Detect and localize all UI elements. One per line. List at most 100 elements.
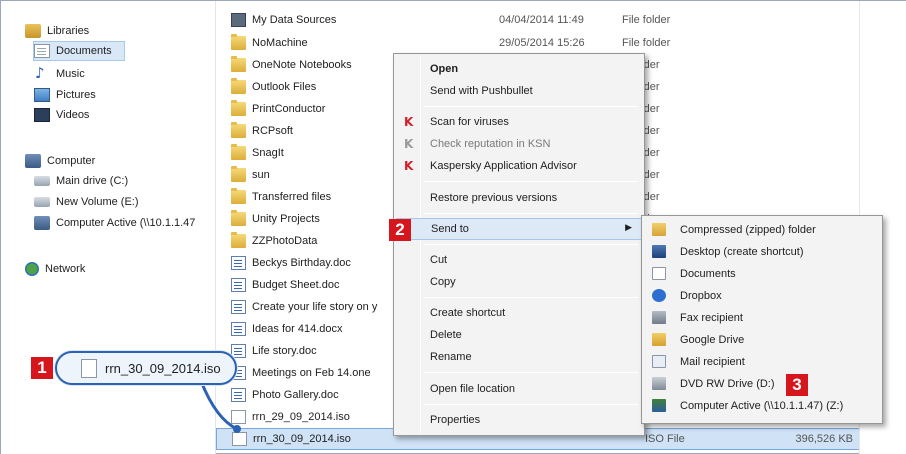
menu-separator (424, 106, 638, 107)
submenu-item-dvd-drive[interactable]: DVD RW Drive (D:) (644, 373, 880, 395)
table-row[interactable]: My Data Sources 04/04/2014 11:49 File fo… (216, 9, 906, 31)
file-name: Transferred files (252, 191, 332, 203)
documents-icon (34, 44, 50, 58)
menu-item-open-file-location[interactable]: Open file location (396, 378, 642, 400)
menu-item-cut[interactable]: Cut (396, 249, 642, 271)
nav-item-label: Pictures (56, 89, 96, 101)
folder-icon (231, 166, 246, 182)
nav-item-label: Videos (56, 109, 90, 121)
nav-item-videos[interactable]: Videos (34, 105, 89, 125)
file-type: File folder (622, 14, 671, 26)
nav-item-network[interactable]: Network (25, 259, 85, 279)
file-name: NoMachine (252, 37, 308, 49)
folder-icon (231, 122, 246, 138)
menu-item-label: Cut (430, 254, 448, 266)
documents-icon (652, 267, 666, 280)
menu-item-label: Restore previous versions (430, 192, 558, 204)
nav-item-label: Main drive (C:) (56, 175, 129, 187)
navigation-pane: Libraries Documents Music Pictures Video… (1, 1, 215, 454)
folder-icon (231, 34, 246, 50)
menu-item-send-to[interactable]: Send to ▶ (396, 218, 642, 240)
file-name: rrn_29_09_2014.iso (252, 411, 350, 423)
submenu-item-mail-recipient[interactable]: Mail recipient (644, 351, 880, 373)
nav-item-computer[interactable]: Computer (25, 151, 95, 171)
menu-separator (424, 181, 638, 182)
file-name: ZZPhotoData (252, 235, 318, 247)
table-row[interactable]: NoMachine 29/05/2014 15:26 File folder (216, 32, 906, 54)
menu-separator (424, 404, 638, 405)
folder-icon (231, 210, 246, 226)
file-name: rrn_30_09_2014.iso (253, 433, 351, 445)
step-callout-2: 2 (389, 219, 411, 241)
menu-item-restore-previous-versions[interactable]: Restore previous versions (396, 187, 642, 209)
menu-item-label: Properties (430, 414, 481, 426)
mail-icon (652, 355, 666, 368)
nav-item-label: Libraries (47, 25, 90, 37)
send-to-submenu: Compressed (zipped) folder Desktop (crea… (641, 215, 883, 424)
submenu-item-fax-recipient[interactable]: Fax recipient (644, 307, 880, 329)
menu-item-label: Desktop (create shortcut) (680, 246, 804, 258)
folder-icon (231, 56, 246, 72)
network-icon (25, 262, 39, 276)
menu-separator (424, 213, 638, 214)
computer-icon (25, 154, 41, 168)
menu-separator (424, 297, 638, 298)
nav-item-pictures[interactable]: Pictures (34, 85, 96, 105)
file-date: 04/04/2014 11:49 (499, 14, 584, 26)
nav-item-computer-active[interactable]: Computer Active (\\10.1.1.47 (34, 213, 195, 233)
menu-item-label: DVD RW Drive (D:) (680, 378, 775, 390)
folder-icon (231, 232, 246, 248)
word-doc-icon (231, 344, 246, 358)
menu-item-delete[interactable]: Delete (396, 324, 642, 346)
submenu-item-dropbox[interactable]: Dropbox (644, 285, 880, 307)
nav-item-main-drive[interactable]: Main drive (C:) (34, 171, 128, 191)
folder-icon (231, 188, 246, 204)
blank-file-icon (81, 358, 97, 378)
drive-icon (34, 176, 50, 186)
menu-item-copy[interactable]: Copy (396, 271, 642, 293)
file-name: RCPsoft (252, 125, 293, 137)
submenu-item-desktop[interactable]: Desktop (create shortcut) (644, 241, 880, 263)
menu-item-kaspersky-advisor[interactable]: K Kaspersky Application Advisor (396, 155, 642, 177)
desktop-icon (652, 245, 666, 258)
file-name: OneNote Notebooks (252, 59, 352, 71)
word-doc-icon (231, 322, 246, 336)
nav-item-label: Music (56, 68, 85, 80)
submenu-item-documents[interactable]: Documents (644, 263, 880, 285)
submenu-item-compressed-folder[interactable]: Compressed (zipped) folder (644, 219, 880, 241)
menu-item-rename[interactable]: Rename (396, 346, 642, 368)
context-menu: Open Send with Pushbullet K Scan for viru… (393, 53, 645, 436)
menu-item-label: Scan for viruses (430, 116, 509, 128)
menu-item-label: Rename (430, 351, 472, 363)
file-name: Create your life story on y (252, 301, 378, 313)
file-name: Life story.doc (252, 345, 317, 357)
music-icon (34, 64, 50, 82)
submenu-item-computer-active[interactable]: Computer Active (\\10.1.1.47) (Z:) (644, 395, 880, 417)
menu-item-label: Delete (430, 329, 462, 341)
menu-item-properties[interactable]: Properties (396, 409, 642, 431)
dvd-drive-icon (652, 377, 666, 390)
explorer-window: Libraries Documents Music Pictures Video… (0, 0, 906, 454)
menu-item-scan-for-viruses[interactable]: K Scan for viruses (396, 111, 642, 133)
nav-item-label: Network (45, 263, 86, 275)
file-name: Budget Sheet.doc (252, 279, 340, 291)
submenu-arrow-icon: ▶ (625, 223, 632, 233)
nav-item-music[interactable]: Music (34, 64, 85, 84)
nav-item-libraries[interactable]: Libraries (25, 21, 89, 41)
menu-item-label: Google Drive (680, 334, 745, 346)
menu-item-send-with-pushbullet[interactable]: Send with Pushbullet (396, 80, 642, 102)
file-date: 29/05/2014 15:26 (499, 37, 585, 49)
file-name: Outlook Files (252, 81, 317, 93)
menu-item-label: Documents (680, 268, 736, 280)
dropbox-icon (652, 289, 666, 302)
submenu-item-google-drive[interactable]: Google Drive (644, 329, 880, 351)
menu-item-create-shortcut[interactable]: Create shortcut (396, 302, 642, 324)
menu-item-label: Computer Active (\\10.1.1.47) (Z:) (680, 400, 844, 412)
file-name: SnagIt (252, 147, 284, 159)
kaspersky-icon: K (404, 159, 414, 173)
nav-item-new-volume[interactable]: New Volume (E:) (34, 192, 139, 212)
menu-item-open[interactable]: Open (396, 58, 642, 80)
nav-item-label: Documents (56, 45, 112, 57)
nav-item-documents[interactable]: Documents (33, 41, 125, 61)
folder-icon (231, 144, 246, 160)
